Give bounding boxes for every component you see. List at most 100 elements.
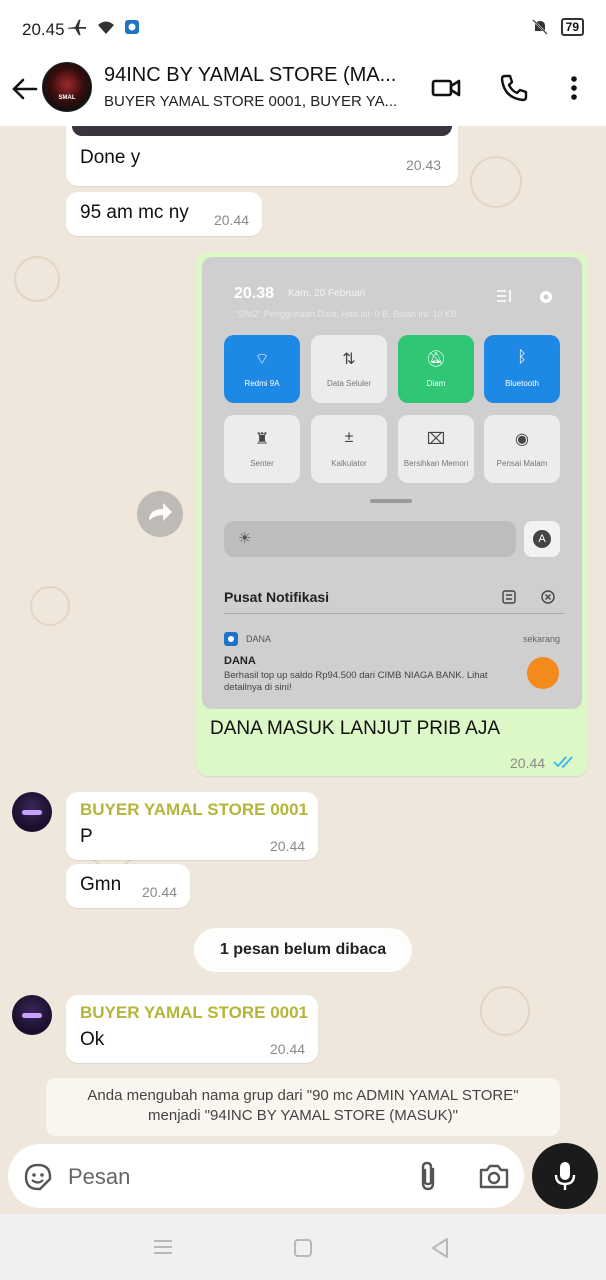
sender-avatar[interactable]	[12, 995, 52, 1035]
message-text: Gmn	[80, 874, 122, 895]
brightness-slider: ☀	[224, 521, 516, 557]
bell-off-icon: 🔕︎	[425, 351, 447, 368]
tile-label: Bluetooth	[505, 379, 539, 388]
trash-icon: ⌧	[426, 431, 446, 448]
message-time: 20.44	[142, 884, 178, 900]
message-bubble-incoming[interactable]: 95 am mc ny 20.44	[66, 192, 262, 236]
message-bubble-incoming[interactable]: BUYER YAMAL STORE 0001 Ok 20.44	[66, 995, 318, 1063]
tile-silent: 🔕︎ Diam	[398, 335, 474, 403]
notif-avatar	[527, 657, 559, 689]
sender-name[interactable]: BUYER YAMAL STORE 0001	[80, 1003, 308, 1023]
data-arrows-icon: ⇅	[342, 351, 356, 368]
read-receipt-icon	[553, 756, 573, 769]
notif-clear-icon	[541, 590, 555, 604]
sun-icon: ☀	[238, 530, 252, 547]
tile-clean-memory: ⌧ Bersihkan Memori	[398, 415, 474, 483]
image-thumbnail[interactable]	[72, 126, 452, 136]
message-text: Done y	[80, 147, 141, 168]
camera-icon[interactable]	[478, 1161, 510, 1191]
tile-label: Bersihkan Memori	[403, 459, 469, 468]
wallpaper-doodle	[480, 986, 530, 1036]
group-members[interactable]: BUYER YAMAL STORE 0001, BUYER YA...	[104, 93, 416, 110]
shot-clock: 20.38	[234, 285, 275, 302]
attach-paperclip-icon[interactable]	[414, 1160, 442, 1192]
sender-name[interactable]: BUYER YAMAL STORE 0001	[80, 800, 308, 820]
shot-date: Kam, 20 Februari	[288, 288, 366, 299]
system-message: Anda mengubah nama grup dari "90 mc ADMI…	[46, 1078, 560, 1136]
calculator-icon: ±	[344, 429, 354, 446]
bluetooth-icon: ᛒ	[517, 349, 527, 366]
home-icon[interactable]	[293, 1238, 313, 1258]
message-text: P	[80, 826, 93, 847]
menu-icon[interactable]	[153, 1238, 173, 1256]
microphone-icon	[554, 1162, 576, 1190]
avatar-text: SMAL	[58, 95, 76, 101]
system-nav-bar	[0, 1214, 606, 1280]
message-time: 20.44	[270, 838, 306, 854]
notif-settings-icon	[502, 590, 516, 604]
group-avatar[interactable]: SMAL	[42, 62, 92, 112]
unread-messages-divider: 1 pesan belum dibaca	[194, 928, 412, 972]
message-composer[interactable]: Pesan	[8, 1144, 524, 1208]
tile-night-mode: ◉ Pensai Malam	[484, 415, 560, 483]
flashlight-icon: ♜	[254, 431, 270, 448]
message-bubble-incoming[interactable]: BUYER YAMAL STORE 0001 P 20.44	[66, 792, 318, 860]
sender-avatar[interactable]	[12, 792, 52, 832]
drag-handle	[370, 499, 412, 503]
app-notification-icon	[125, 20, 139, 34]
settings-gear-icon	[540, 291, 552, 303]
message-text: DANA MASUK LANJUT PRIB AJA	[210, 718, 501, 739]
notif-body: Berhasil top up saldo Rp94.500 dari CIMB…	[224, 670, 488, 693]
group-title[interactable]: 94INC BY YAMAL STORE (MA...	[104, 64, 416, 87]
status-bar: 20.45 79	[0, 0, 606, 58]
wallpaper-doodle	[470, 156, 522, 208]
message-text: Ok	[80, 1029, 105, 1050]
tile-label: Kalkulator	[331, 459, 367, 468]
message-time: 20.44	[270, 1041, 306, 1057]
more-options-icon[interactable]	[558, 72, 590, 104]
system-message-line: Anda mengubah nama grup dari "90 mc ADMI…	[87, 1087, 519, 1104]
back-arrow-icon[interactable]	[10, 74, 40, 104]
wallpaper-doodle	[30, 586, 70, 626]
message-bubble-incoming[interactable]: Gmn 20.44	[66, 864, 190, 908]
tile-label: Pensai Malam	[496, 459, 548, 468]
tile-wifi: ⌔ Redmi 9A	[224, 335, 300, 403]
chat-area[interactable]: Done y 20.43 95 am mc ny 20.44 DANA MASU…	[0, 126, 606, 1214]
auto-brightness-label: A	[533, 530, 551, 548]
wallpaper-doodle	[14, 256, 60, 302]
tile-label: Senter	[250, 459, 274, 468]
message-bubble-incoming[interactable]: Done y 20.43	[66, 126, 458, 186]
system-message-line: menjadi "94INC BY YAMAL STORE (MASUK)"	[148, 1107, 458, 1124]
dana-app-icon	[224, 632, 238, 646]
notif-title: DANA	[224, 655, 256, 667]
back-nav-icon[interactable]	[430, 1237, 450, 1259]
emoji-sticker-icon[interactable]	[22, 1161, 54, 1193]
message-text: 95 am mc ny	[80, 202, 189, 223]
divider	[224, 613, 564, 614]
tile-flashlight: ♜ Senter	[224, 415, 300, 483]
chat-header: SMAL 94INC BY YAMAL STORE (MA... BUYER Y…	[0, 58, 606, 126]
forward-button[interactable]	[137, 491, 183, 537]
wifi-icon	[98, 21, 114, 34]
notification-center-title: Pusat Notifikasi	[224, 589, 330, 605]
voice-message-button[interactable]	[532, 1143, 598, 1209]
auto-brightness-button: A	[524, 521, 560, 557]
notif-app-name: DANA	[246, 634, 272, 644]
screenshot-image[interactable]: 20.38 Kam, 20 Februari "SIM2" Penggunaan…	[202, 257, 582, 709]
tile-calculator: ± Kalkulator	[311, 415, 387, 483]
tile-label: Diam	[426, 379, 446, 388]
wifi-icon: ⌔	[254, 351, 270, 368]
message-time: 20.44	[214, 212, 250, 228]
battery-indicator: 79	[560, 18, 584, 36]
eye-icon: ◉	[515, 431, 529, 448]
tile-label: Data Seluler	[326, 379, 372, 388]
message-input-placeholder[interactable]: Pesan	[68, 1164, 130, 1190]
notif-time: sekarang	[522, 634, 560, 644]
shot-data-usage: "SIM2" Penggunaan Data, Hari ini: 0 B, B…	[234, 309, 458, 319]
forward-icon	[149, 503, 172, 521]
tile-label: Redmi 9A	[244, 379, 280, 388]
voice-call-icon[interactable]	[498, 72, 530, 104]
video-call-icon[interactable]	[430, 72, 462, 104]
tile-bluetooth: ᛒ Bluetooth	[484, 335, 560, 403]
tile-mobile-data: ⇅ Data Seluler	[311, 335, 387, 403]
